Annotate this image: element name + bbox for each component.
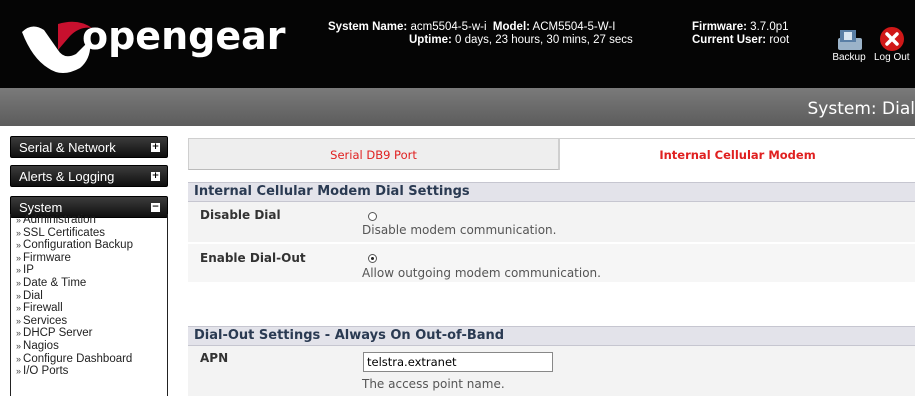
- arrow-icon: »: [16, 227, 22, 238]
- close-icon: [879, 27, 904, 51]
- arrow-icon: »: [16, 240, 22, 251]
- main-content: Serial DB9 Port Internal Cellular Modem …: [176, 126, 915, 396]
- logout-label: Log Out: [874, 52, 910, 63]
- logout-button[interactable]: Log Out: [874, 26, 910, 63]
- arrow-icon: »: [16, 328, 22, 339]
- arrow-icon: »: [16, 277, 22, 288]
- sidebar-item-dhcp-server[interactable]: » DHCP Server: [16, 327, 167, 340]
- sidebar-item-configure-dashboard[interactable]: » Configure Dashboard: [16, 353, 167, 366]
- arrow-icon: »: [16, 366, 22, 377]
- apn-label: APN: [200, 351, 229, 365]
- disable-dial-label: Disable Dial: [200, 208, 281, 222]
- apn-input[interactable]: telstra.extranet: [363, 352, 553, 372]
- backup-label: Backup: [832, 52, 866, 63]
- title-band: [0, 88, 915, 126]
- arrow-icon: »: [16, 215, 22, 225]
- enable-dial-out-label: Enable Dial-Out: [200, 251, 306, 265]
- sidebar-item-services[interactable]: » Services: [16, 315, 167, 328]
- arrow-icon: »: [16, 290, 22, 301]
- arrow-icon: »: [16, 340, 22, 351]
- disable-dial-radio[interactable]: [368, 212, 377, 221]
- sidebar-group-label: Alerts & Logging: [19, 169, 115, 184]
- sidebar-item-ssl-certificates[interactable]: » SSL Certificates: [16, 227, 167, 240]
- sidebar-item-date-time[interactable]: » Date & Time: [16, 277, 167, 290]
- tab-serial-db9-port[interactable]: Serial DB9 Port: [188, 138, 559, 170]
- enable-dial-out-row: Enable Dial-Out Allow outgoing modem com…: [188, 244, 915, 282]
- collapse-icon[interactable]: −: [151, 203, 160, 212]
- arrow-icon: »: [16, 303, 22, 314]
- arrow-icon: »: [16, 353, 22, 364]
- enable-dial-out-radio[interactable]: [368, 254, 377, 263]
- header-bar: opengear System Name: acm5504-5-w-i Mode…: [0, 0, 915, 88]
- expand-icon[interactable]: +: [151, 143, 160, 152]
- sidebar-item-dial[interactable]: » Dial: [16, 290, 167, 303]
- expand-icon[interactable]: +: [151, 172, 160, 181]
- sidebar-group-serial-network[interactable]: Serial & Network +: [10, 136, 168, 158]
- disable-dial-description: Disable modem communication.: [362, 223, 557, 237]
- arrow-icon: »: [16, 315, 22, 326]
- firmware-info: Firmware: 3.7.0p1: [692, 21, 789, 33]
- current-user-info: Current User: root: [692, 34, 790, 46]
- page-title: System: Dial: [807, 99, 915, 119]
- disable-dial-row: Disable Dial Disable modem communication…: [188, 202, 915, 242]
- sidebar-item-firmware[interactable]: » Firmware: [16, 252, 167, 265]
- apn-description: The access point name.: [362, 377, 505, 391]
- enable-dial-out-description: Allow outgoing modem communication.: [362, 266, 601, 280]
- dialout-settings-heading: Dial-Out Settings - Always On Out-of-Ban…: [188, 326, 915, 346]
- arrow-icon: »: [16, 265, 22, 276]
- uptime-line: Uptime: 0 days, 23 hours, 30 mins, 27 se…: [409, 34, 633, 46]
- backup-button[interactable]: Backup: [832, 26, 866, 63]
- sidebar-item-io-ports[interactable]: » I/O Ports: [16, 365, 167, 378]
- brand-name: opengear: [82, 14, 286, 58]
- apn-row: APN telstra.extranet The access point na…: [188, 346, 915, 396]
- sidebar-group-label: System: [19, 200, 63, 215]
- system-name-line: System Name: acm5504-5-w-i Model: ACM550…: [328, 21, 616, 33]
- sidebar-group-label: Serial & Network: [19, 140, 116, 155]
- sidebar-item-nagios[interactable]: » Nagios: [16, 340, 167, 353]
- tab-internal-cellular-modem[interactable]: Internal Cellular Modem: [559, 138, 915, 170]
- arrow-icon: »: [16, 252, 22, 263]
- sidebar-item-ip[interactable]: » IP: [16, 264, 167, 277]
- backup-icon: [838, 30, 862, 50]
- sidebar-item-configuration-backup[interactable]: » Configuration Backup: [16, 239, 167, 252]
- sidebar-item-administration[interactable]: » Administration: [16, 214, 167, 227]
- sidebar-group-alerts-logging[interactable]: Alerts & Logging +: [10, 165, 168, 187]
- system-submenu: » Administration » SSL Certificates » Confi…: [10, 214, 168, 396]
- sidebar-item-firewall[interactable]: » Firewall: [16, 302, 167, 315]
- dial-settings-heading: Internal Cellular Modem Dial Settings: [188, 182, 915, 202]
